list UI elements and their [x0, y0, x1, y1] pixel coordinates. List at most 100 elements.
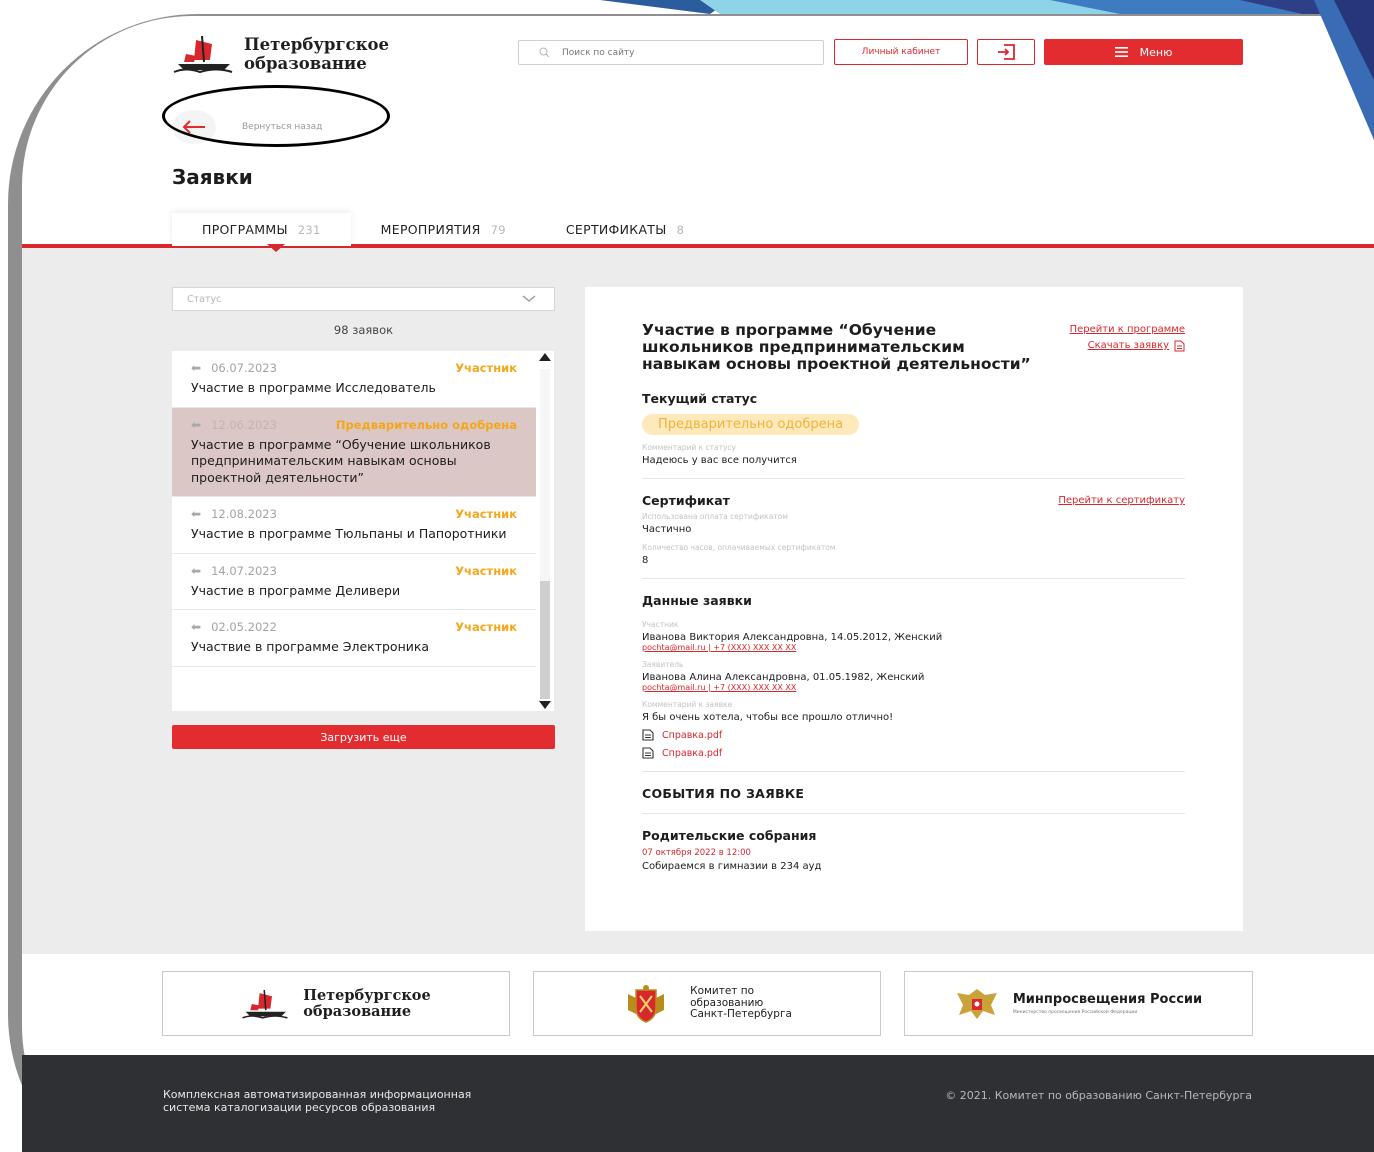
- list-item-status: Предварительно одобрена: [335, 417, 517, 432]
- divider: [642, 478, 1185, 479]
- download-label: Скачать заявку: [1087, 340, 1169, 351]
- hamburger-icon: [1114, 47, 1128, 57]
- list-item-date: 06.07.2023: [211, 361, 277, 375]
- list-item[interactable]: ⬅ 14.07.2023 Участник Участие в программе…: [172, 554, 536, 610]
- footer-line-1: Комплексная автоматизированная информаци…: [163, 1088, 472, 1101]
- chevron-down-icon: [522, 295, 536, 302]
- personal-cabinet-button[interactable]: Личный кабинет: [834, 39, 968, 65]
- detail-links: Перейти к программе Скачать заявку: [1070, 322, 1185, 354]
- file-name[interactable]: Справка.pdf: [662, 730, 722, 741]
- document-icon: [1174, 340, 1185, 352]
- active-tab-marker: [267, 244, 285, 252]
- reply-icon: ⬅: [191, 361, 202, 375]
- tab-certificates[interactable]: СЕРТИФИКАТЫ 8: [536, 213, 714, 246]
- partner-3-subtitle: Министерство просвещения Российской Феде…: [1012, 1010, 1138, 1015]
- application-comment: Я бы очень хотела, чтобы все прошло отли…: [642, 712, 894, 723]
- cert-payment-value: Частично: [642, 524, 692, 535]
- scroll-down-icon[interactable]: [539, 701, 551, 709]
- search-box[interactable]: [518, 40, 824, 65]
- cert-hours-value: 8: [642, 555, 649, 566]
- download-application-link[interactable]: Скачать заявку: [1070, 338, 1185, 354]
- tab-events[interactable]: МЕРОПРИЯТИЯ 79: [351, 213, 536, 246]
- partner-spb-education[interactable]: Петербургское образование: [162, 971, 510, 1036]
- tab-label: СЕРТИФИКАТЫ: [565, 222, 667, 237]
- tab-programs[interactable]: ПРОГРАММЫ 231: [172, 213, 351, 246]
- cert-payment-label: Использована оплата сертификатом: [642, 512, 788, 521]
- search-icon: [539, 47, 550, 58]
- load-more-button[interactable]: Загрузить еще: [172, 725, 555, 749]
- ship-logo-icon: [173, 35, 233, 74]
- list-scrollbar[interactable]: [536, 351, 554, 711]
- list-item-selected[interactable]: ⬅ 12.06.2023 Предварительно одобрена Учас…: [172, 407, 536, 497]
- list-item-status: Участник: [455, 620, 517, 634]
- list-item-title: Участие в программе “Обучение школьников…: [191, 436, 491, 485]
- list-item-date: 12.08.2023: [211, 507, 277, 521]
- list-item-status: Участник: [455, 507, 517, 521]
- footer-line-2: система каталогизации ресурсов образован…: [163, 1100, 436, 1114]
- file-name[interactable]: Справка.pdf: [662, 748, 722, 759]
- participant-label: Участник: [642, 620, 679, 629]
- file-attachment[interactable]: Справка.pdf: [642, 729, 1185, 741]
- site-logo[interactable]: Петербургское образование: [172, 34, 434, 74]
- applicant-value: Иванова Алина Александровна, 01.05.1982,…: [642, 672, 925, 683]
- tab-label: МЕРОПРИЯТИЯ: [380, 222, 481, 237]
- tab-label: ПРОГРАММЫ: [202, 222, 288, 237]
- go-to-certificate-link[interactable]: Перейти к сертификату: [1058, 495, 1185, 506]
- coat-of-arms-icon: [628, 984, 665, 1023]
- status-comment: Надеюсь у вас все получится: [642, 455, 797, 466]
- file-icon: [642, 747, 654, 759]
- tabs-bar: ПРОГРАММЫ 231 МЕРОПРИЯТИЯ 79 СЕРТИФИКАТЫ…: [172, 213, 714, 246]
- scroll-up-icon[interactable]: [539, 353, 551, 361]
- scroll-thumb[interactable]: [540, 581, 550, 699]
- application-detail-card: Участие в программе “Обучение школьников…: [585, 287, 1243, 931]
- status-filter-placeholder: Статус: [187, 293, 222, 305]
- menu-label: Меню: [1139, 45, 1173, 59]
- status-heading: Текущий статус: [642, 391, 758, 406]
- logo-line-2: образование: [244, 54, 367, 73]
- divider: [642, 771, 1185, 772]
- file-icon: [642, 729, 654, 741]
- application-data-heading: Данные заявки: [642, 593, 752, 608]
- divider: [642, 578, 1185, 579]
- logo-line-1: Петербургское: [244, 35, 390, 54]
- menu-button[interactable]: Меню: [1044, 39, 1243, 65]
- partner-committee[interactable]: Комитет по образованию Санкт-Петербурга: [533, 971, 881, 1036]
- list-item-title: Участие в программе Исследователь: [191, 380, 436, 395]
- login-icon: [998, 44, 1015, 60]
- list-item-date: 12.06.2023: [211, 417, 277, 432]
- list-item-title: Участвие в программе Электроника: [191, 639, 430, 654]
- reply-icon: ⬅: [191, 620, 202, 634]
- participant-contact-link[interactable]: pochta@mail.ru | +7 (XXX) XXX XX XX: [642, 643, 1185, 652]
- partner-3-title: Минпросвещения России: [1012, 992, 1203, 1007]
- list-item-status: Участник: [455, 361, 517, 375]
- applications-list: ⬅ 06.07.2023 Участник Участие в программе…: [172, 351, 536, 711]
- login-button[interactable]: [977, 39, 1035, 65]
- partner-2-line-3: Санкт-Петербурга: [690, 1008, 792, 1021]
- ship-logo-icon: [242, 989, 288, 1019]
- list-item[interactable]: ⬅ 06.07.2023 Участник Участие в программе…: [172, 351, 536, 408]
- list-item[interactable]: ⬅ 02.05.2022 Участник Участвие в программ…: [172, 610, 536, 667]
- application-comment-label: Комментарий к заявке: [642, 700, 733, 709]
- list-item-title: Участие в программе Тюльпаны и Папоротни…: [191, 526, 507, 541]
- search-input[interactable]: [562, 47, 792, 58]
- partner-1-line-1: Петербургское: [303, 986, 431, 1004]
- list-item[interactable]: ⬅ 12.08.2023 Участник Участие в программе…: [172, 497, 536, 554]
- footer-description: Комплексная автоматизированная информаци…: [163, 1088, 472, 1114]
- go-to-program-link[interactable]: Перейти к программе: [1070, 322, 1185, 338]
- footer-copyright: © 2021. Комитет по образованию Санкт-Пет…: [945, 1089, 1252, 1102]
- cert-hours-label: Количество часов, оплачиваемых сертифика…: [642, 543, 836, 552]
- footer: Комплексная автоматизированная информаци…: [22, 1055, 1374, 1152]
- participant-value: Иванова Виктория Александровна, 14.05.20…: [642, 632, 943, 643]
- status-comment-label: Комментарий к статусу: [642, 443, 736, 452]
- page-title: Заявки: [172, 165, 253, 189]
- partner-1-line-2: образование: [303, 1002, 412, 1020]
- applicant-label: Заявитель: [642, 660, 684, 669]
- slide-corner-decoration: [1314, 0, 1374, 140]
- divider: [642, 813, 1185, 814]
- file-attachment[interactable]: Справка.pdf: [642, 747, 1185, 759]
- status-filter-select[interactable]: Статус: [172, 287, 555, 311]
- logo-text: Петербургское образование: [244, 35, 434, 73]
- applications-count: 98 заявок: [333, 323, 394, 337]
- applicant-contact-link[interactable]: pochta@mail.ru | +7 (XXX) XXX XX XX: [642, 683, 1185, 692]
- partner-minprosvesheniya[interactable]: Минпросвещения России Министерство просв…: [904, 971, 1253, 1036]
